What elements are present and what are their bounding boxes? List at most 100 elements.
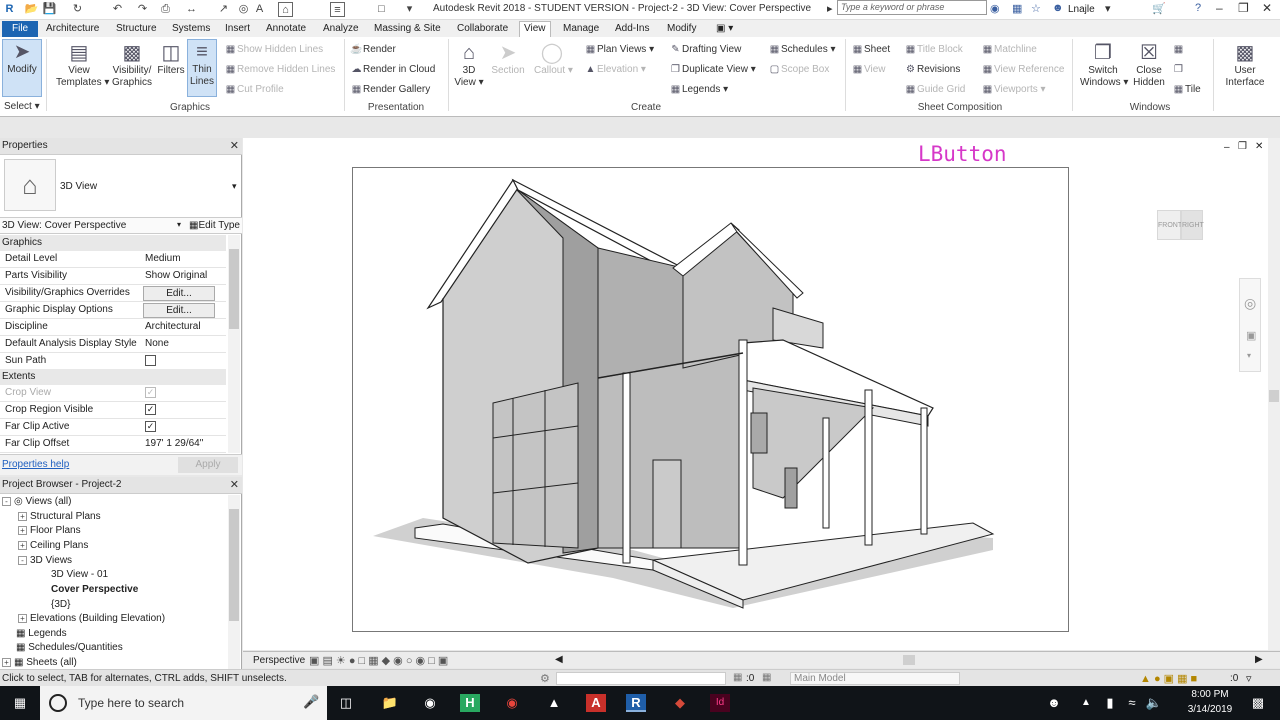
- close-window-icon[interactable]: ✕: [1262, 1, 1272, 15]
- tab-annotate[interactable]: Annotate: [262, 22, 310, 37]
- tree-ceiling-plans[interactable]: + Ceiling Plans: [18, 540, 88, 551]
- ribbon-minimize-icon[interactable]: ▣ ▾: [712, 22, 737, 37]
- volume-icon[interactable]: 🔈: [1144, 694, 1164, 712]
- customize-qa-icon[interactable]: ▾: [402, 2, 417, 17]
- tray-chevron-icon[interactable]: ▲: [1076, 694, 1096, 712]
- people-icon[interactable]: ☻: [1044, 694, 1064, 712]
- remove-hidden-lines-button[interactable]: ▦ Remove Hidden Lines: [224, 64, 336, 75]
- vg-overrides-edit-button[interactable]: Edit...: [143, 286, 215, 301]
- worksets-icon[interactable]: ⚙: [540, 672, 550, 685]
- tag-icon[interactable]: ◎: [236, 2, 251, 17]
- design-options-icon[interactable]: ▦: [762, 672, 771, 683]
- tab-add-ins[interactable]: Add-Ins: [611, 22, 653, 37]
- viewports-button[interactable]: ▦ Viewports ▾: [981, 84, 1046, 95]
- viewcube-right-face[interactable]: RIGHT: [1181, 210, 1204, 240]
- username[interactable]: Lnajle: [1068, 4, 1095, 15]
- revisions-button[interactable]: ⚙ Revisions: [904, 64, 960, 75]
- tab-massing-site[interactable]: Massing & Site: [370, 22, 445, 37]
- tab-file[interactable]: File: [2, 21, 39, 37]
- cascade-button[interactable]: ❐: [1172, 64, 1185, 75]
- microphone-icon[interactable]: 🎤: [303, 694, 319, 710]
- title-block-button[interactable]: ▦ Title Block: [904, 44, 963, 55]
- chrome-icon[interactable]: ◉: [502, 694, 522, 712]
- crop-view-checkbox[interactable]: ✓: [145, 387, 156, 398]
- tab-structure[interactable]: Structure: [112, 22, 161, 37]
- redo-icon[interactable]: ↷: [135, 2, 150, 17]
- instance-filter[interactable]: 3D View: Cover Perspective ▾ ▦Edit Type: [0, 217, 242, 234]
- tab-manage[interactable]: Manage: [559, 22, 603, 37]
- tree-elevations[interactable]: + Elevations (Building Elevation): [18, 613, 165, 624]
- undo-icon[interactable]: ↶: [110, 2, 125, 17]
- select-dropdown[interactable]: Select ▾: [4, 101, 40, 112]
- elevation-button[interactable]: ▲ Elevation ▾: [584, 64, 646, 75]
- prop-discipline[interactable]: Discipline Architectural: [0, 319, 226, 336]
- switch-windows-qa-icon[interactable]: □: [374, 2, 389, 17]
- view-templates-button[interactable]: ▤ View Templates ▾: [56, 41, 109, 89]
- type-selector-name[interactable]: 3D View: [60, 181, 97, 192]
- binoculars-icon[interactable]: ◉: [990, 2, 1000, 15]
- tree-floor-plans[interactable]: + Floor Plans: [18, 525, 81, 536]
- drafting-view-button[interactable]: ✎ Drafting View: [669, 44, 741, 55]
- user-interface-button[interactable]: ▩ User Interface: [1220, 41, 1270, 89]
- duplicate-view-button[interactable]: ❐ Duplicate View ▾: [669, 64, 756, 75]
- print-icon[interactable]: ⎙: [158, 2, 173, 17]
- visibility-graphics-button[interactable]: ▩ Visibility/Graphics: [110, 41, 154, 89]
- replicate-button[interactable]: ▦: [1172, 44, 1185, 55]
- section-button[interactable]: ➤ Section: [490, 41, 526, 77]
- matchline-button[interactable]: ▦ Matchline: [981, 44, 1037, 55]
- prop-parts-visibility[interactable]: Parts Visibility Show Original: [0, 268, 226, 285]
- close-icon[interactable]: ✕: [230, 477, 239, 493]
- tree-views-all[interactable]: - ◎ Views (all): [2, 496, 71, 507]
- user-icon[interactable]: ☻: [1052, 2, 1064, 14]
- tab-systems[interactable]: Systems: [168, 22, 214, 37]
- restore-icon[interactable]: ❐: [1238, 1, 1249, 15]
- modify-button[interactable]: ➤ Modify: [2, 39, 42, 97]
- view-reference-button[interactable]: ▦ View Reference: [981, 64, 1065, 75]
- filters-button[interactable]: ◫ Filters: [156, 41, 186, 77]
- crop-region[interactable]: [352, 167, 1069, 632]
- viewcube[interactable]: FRONT RIGHT: [1153, 204, 1205, 244]
- revit-taskbar-icon[interactable]: R: [626, 694, 646, 712]
- workset-dropdown[interactable]: [556, 672, 726, 685]
- steering-wheel-icon[interactable]: ◎: [1244, 295, 1256, 312]
- render-gallery-button[interactable]: ▦ Render Gallery: [350, 84, 431, 95]
- help-search-input[interactable]: Type a keyword or phrase: [837, 0, 987, 15]
- thin-lines-button[interactable]: ≡ Thin Lines: [187, 39, 217, 97]
- horizontal-scroll-thumb[interactable]: [903, 655, 915, 665]
- properties-scroll-thumb[interactable]: [229, 249, 239, 329]
- properties-help-link[interactable]: Properties help: [2, 459, 69, 470]
- taskbar-search[interactable]: Type here to search 🎤: [40, 686, 327, 720]
- legends-button[interactable]: ▦ Legends ▾: [669, 84, 728, 95]
- hiragana-h-icon[interactable]: H: [460, 694, 480, 712]
- browser-scrollbar[interactable]: [228, 495, 240, 669]
- view-close-icon[interactable]: ✕: [1255, 141, 1263, 152]
- favorites-star-icon[interactable]: ☆: [1031, 2, 1041, 15]
- tree-3d-views[interactable]: -3D Views: [18, 555, 72, 566]
- close-hidden-button[interactable]: ☒ Close Hidden: [1130, 41, 1168, 89]
- revit-logo-icon[interactable]: R: [2, 2, 17, 17]
- tree-structural-plans[interactable]: + Structural Plans: [18, 511, 101, 522]
- scope-box-button[interactable]: ▢ Scope Box: [768, 64, 830, 75]
- sun-path-checkbox[interactable]: [145, 355, 156, 366]
- render-in-cloud-button[interactable]: ☁ Render in Cloud: [350, 64, 436, 75]
- prop-far-clip-offset[interactable]: Far Clip Offset 197' 1 29/64": [0, 436, 226, 453]
- tree-3d-view-01[interactable]: 3D View - 01: [51, 569, 108, 580]
- drawing-vertical-scrollbar[interactable]: [1268, 138, 1280, 650]
- tree-3d-default[interactable]: {3D}: [51, 599, 70, 610]
- autocad-icon[interactable]: A: [586, 694, 606, 712]
- open-icon[interactable]: 📂: [24, 2, 39, 17]
- chevron-down-icon[interactable]: ▾: [1105, 2, 1111, 15]
- group-extents[interactable]: Extents: [0, 369, 226, 385]
- obs-icon[interactable]: ◉: [420, 694, 440, 712]
- properties-scrollbar[interactable]: [228, 235, 240, 453]
- sheet-button[interactable]: ▦ Sheet: [851, 44, 890, 55]
- dimension-icon[interactable]: ↗: [216, 2, 231, 17]
- switch-windows-button[interactable]: ❐ Switch Windows ▾: [1080, 41, 1128, 89]
- browser-scroll-thumb[interactable]: [229, 509, 239, 621]
- apply-button[interactable]: Apply: [178, 457, 238, 473]
- chevron-right-icon[interactable]: ▸: [827, 2, 833, 15]
- battery-icon[interactable]: ▮: [1100, 694, 1120, 712]
- scroll-left-icon[interactable]: ◀: [555, 654, 563, 665]
- far-clip-active-checkbox[interactable]: ✓: [145, 421, 156, 432]
- view-restore-icon[interactable]: ❐: [1238, 141, 1247, 152]
